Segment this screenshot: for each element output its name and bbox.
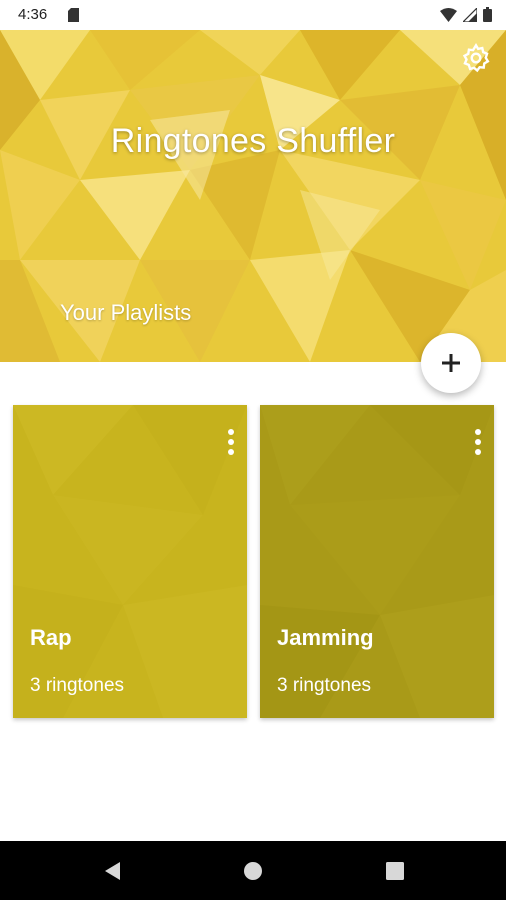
status-icons: [440, 7, 492, 22]
home-icon[interactable]: [242, 860, 264, 882]
battery-icon: [483, 7, 492, 22]
app-title: Ringtones Shuffler: [110, 122, 396, 160]
plus-icon: [442, 354, 460, 372]
playlist-name: Rap: [30, 625, 72, 650]
playlist-count: 3 ringtones: [30, 675, 125, 696]
card-background: [260, 405, 494, 718]
header: Ringtones Shuffler Your Playlists: [0, 30, 506, 362]
back-icon[interactable]: [102, 860, 124, 882]
more-vert-icon[interactable]: [223, 427, 239, 457]
playlist-card-jamming[interactable]: Jamming 3 ringtones: [260, 405, 494, 718]
card-background: [13, 405, 247, 718]
sd-card-icon: [68, 8, 79, 22]
playlist-count: 3 ringtones: [277, 675, 372, 696]
gear-icon[interactable]: [460, 42, 492, 74]
playlist-name: Jamming: [277, 625, 374, 650]
recents-icon[interactable]: [384, 860, 406, 882]
section-title: Your Playlists: [60, 300, 192, 325]
cell-signal-icon: [463, 7, 477, 22]
more-vert-icon[interactable]: [470, 427, 486, 457]
app-screen: 4:36 Ringtones Shuffler Your Playlists R…: [0, 0, 506, 900]
status-time: 4:36: [18, 6, 48, 23]
add-playlist-button[interactable]: [421, 333, 481, 393]
playlist-card-rap[interactable]: Rap 3 ringtones: [13, 405, 247, 718]
wifi-icon: [440, 7, 457, 22]
status-bar: 4:36: [0, 0, 506, 30]
navigation-bar: [0, 841, 506, 900]
